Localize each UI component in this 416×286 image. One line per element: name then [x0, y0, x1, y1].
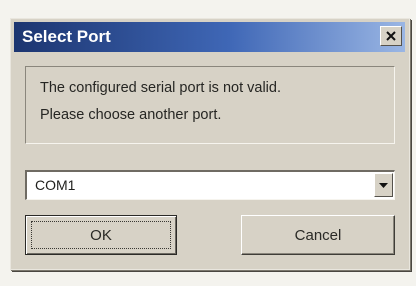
close-icon [386, 31, 396, 41]
close-button[interactable] [380, 26, 402, 46]
select-port-dialog: Select Port The configured serial port i… [10, 18, 410, 270]
message-group: The configured serial port is not valid.… [25, 66, 395, 144]
cancel-button-label: Cancel [294, 226, 342, 244]
page-background: Select Port The configured serial port i… [0, 0, 416, 286]
message-line-1: The configured serial port is not valid. [40, 80, 281, 96]
ok-button-label: OK [90, 226, 112, 244]
cancel-button[interactable]: Cancel [241, 215, 395, 255]
title-bar[interactable]: Select Port [14, 22, 405, 52]
dropdown-button[interactable] [374, 173, 393, 197]
port-select[interactable]: COM1 [25, 170, 395, 200]
port-select-value: COM1 [35, 177, 76, 193]
ok-button[interactable]: OK [25, 215, 177, 255]
chevron-down-icon [379, 176, 388, 194]
dialog-title: Select Port [22, 27, 111, 46]
message-line-2: Please choose another port. [40, 107, 222, 123]
